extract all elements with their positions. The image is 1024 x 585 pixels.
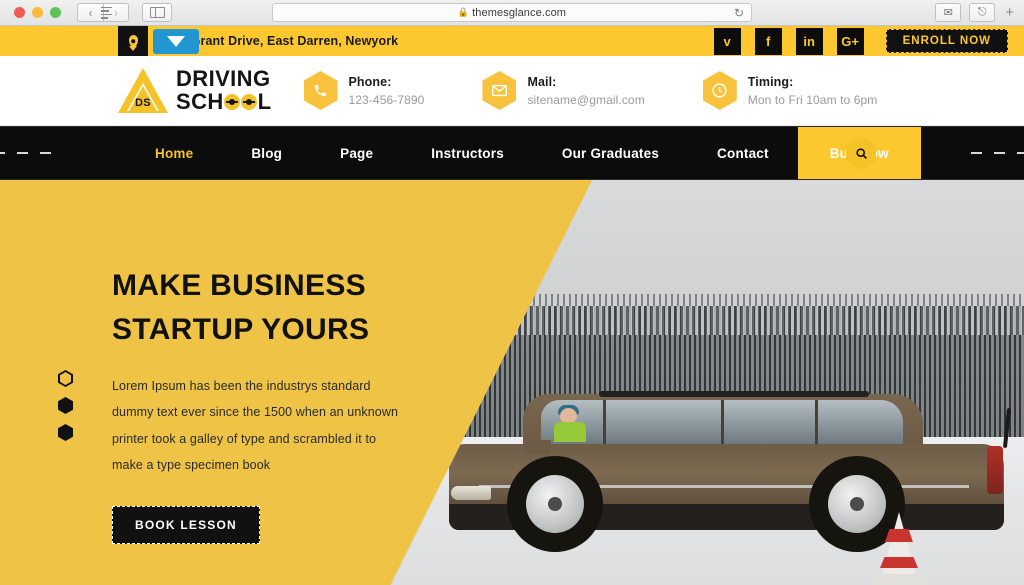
nav-right-decoration xyxy=(971,152,1024,154)
logo-line-1: DRIVING xyxy=(176,66,271,92)
sidebar-icon xyxy=(149,7,165,18)
nav-item-blog[interactable]: Blog xyxy=(222,127,311,179)
slider-dot-2[interactable] xyxy=(58,397,73,414)
translate-dropdown-icon[interactable] xyxy=(153,28,199,54)
main-navigation: Home Blog Page Instructors Our Graduates… xyxy=(0,126,1024,180)
steering-wheel-icon xyxy=(224,93,241,110)
lock-icon: 🔒 xyxy=(457,7,470,17)
enroll-now-button[interactable]: ENROLL NOW xyxy=(885,29,1008,53)
header-contacts: Phone: 123-456-7890 Mail: sitename@gmail… xyxy=(303,71,878,110)
social-googleplus[interactable]: G+ xyxy=(836,27,864,55)
logo-line-2: SCH L xyxy=(176,88,272,114)
logo-triangle-icon: DS xyxy=(118,67,168,114)
hero-title-line-2: STARTUP YOURS xyxy=(112,312,370,346)
hero-content: MAKE BUSINESS STARTUP YOURS Lorem Ipsum … xyxy=(112,264,412,544)
contact-phone-label: Phone: xyxy=(348,74,392,89)
social-links: ᴠ f in G+ ENROLL NOW xyxy=(713,27,1024,55)
site-topbar: 53 Grant Drive, East Darren, Newyork ᴠ f… xyxy=(0,26,1024,56)
window-traffic-lights[interactable] xyxy=(14,7,61,18)
contact-timing-label: Timing: xyxy=(747,74,794,89)
share-icon[interactable]: ✉ xyxy=(935,3,962,22)
contact-mail-value: sitename@gmail.com xyxy=(527,92,645,107)
hero-title-line-1: MAKE BUSINESS xyxy=(112,269,366,302)
topbar-address: 53 Grant Drive, East Darren, Newyork xyxy=(173,34,399,48)
reload-icon[interactable]: ↻ xyxy=(734,6,744,20)
slider-dot-3[interactable] xyxy=(58,424,73,441)
nav-items: Home Blog Page Instructors Our Graduates… xyxy=(126,127,921,179)
hero-section: MAKE BUSINESS STARTUP YOURS Lorem Ipsum … xyxy=(0,180,1024,585)
contact-mail: Mail: sitename@gmail.com xyxy=(482,71,645,110)
social-twitter[interactable]: ᴠ xyxy=(713,27,741,55)
logo-line-2-suffix: L xyxy=(257,88,272,114)
map-pin-icon xyxy=(128,35,138,47)
nav-item-our-graduates[interactable]: Our Graduates xyxy=(533,127,688,179)
new-tab-button[interactable]: + xyxy=(1003,4,1016,21)
phone-icon xyxy=(303,71,338,110)
social-facebook[interactable]: f xyxy=(754,27,782,55)
hero-description: Lorem Ipsum has been the industrys stand… xyxy=(112,379,399,472)
url-text: themesglance.com xyxy=(472,6,567,19)
sidebar-toggle-button[interactable] xyxy=(142,3,172,22)
social-linkedin[interactable]: in xyxy=(795,27,823,55)
logo-badge-text: DS xyxy=(135,96,151,109)
back-button[interactable]: ‹ xyxy=(77,3,103,22)
site-header: DS DRIVING SCH L Phone: 123-456-7890 Mai… xyxy=(0,56,1024,126)
hero-image xyxy=(389,180,1024,585)
chevron-down-icon xyxy=(167,35,185,47)
contact-timing-value: Mon to Fri 10am to 6pm xyxy=(747,92,878,107)
tabs-icon[interactable]: ⎋ xyxy=(969,3,996,22)
maximize-window-button[interactable] xyxy=(50,7,61,18)
reader-view-icon[interactable] xyxy=(101,6,112,19)
site-logo[interactable]: DS DRIVING SCH L xyxy=(118,66,272,114)
clock-icon xyxy=(702,71,737,110)
traffic-cone-illustration xyxy=(872,510,926,585)
address-bar[interactable]: 🔒 themesglance.com ↻ xyxy=(101,3,752,22)
nav-item-instructors[interactable]: Instructors xyxy=(402,127,533,179)
minimize-window-button[interactable] xyxy=(32,7,43,18)
nav-item-page[interactable]: Page xyxy=(311,127,402,179)
location-chip xyxy=(118,26,148,56)
nav-item-home[interactable]: Home xyxy=(126,127,222,179)
mail-icon xyxy=(482,71,517,110)
contact-phone: Phone: 123-456-7890 xyxy=(303,71,425,110)
steering-wheel-icon xyxy=(241,93,258,110)
book-lesson-button[interactable]: BOOK LESSON xyxy=(112,506,260,544)
contact-phone-value: 123-456-7890 xyxy=(348,92,425,107)
nav-left-decoration xyxy=(0,152,51,154)
close-window-button[interactable] xyxy=(14,7,25,18)
contact-mail-label: Mail: xyxy=(527,74,557,89)
browser-right-controls: ✉ ⎋ + xyxy=(935,3,1016,22)
logo-line-2-prefix: SCH xyxy=(176,88,224,114)
contact-timing: Timing: Mon to Fri 10am to 6pm xyxy=(702,71,878,110)
logo-text: DRIVING SCH L xyxy=(176,66,272,114)
hero-slider-dots[interactable] xyxy=(58,370,73,441)
browser-chrome: ‹ › 🔒 themesglance.com ↻ ✉ ⎋ + xyxy=(0,0,1024,26)
nav-item-contact[interactable]: Contact xyxy=(688,127,798,179)
slider-dot-1[interactable] xyxy=(58,370,73,387)
